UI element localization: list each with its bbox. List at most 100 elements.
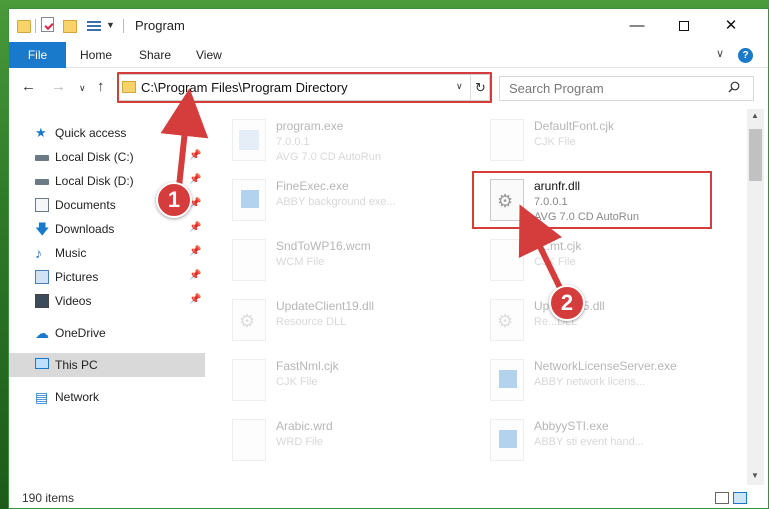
- folder-icon: [17, 20, 31, 33]
- title-bar: ▼ Program — ✕: [9, 9, 768, 42]
- pin-icon[interactable]: 📌: [189, 294, 201, 305]
- file-name: FastNml.cjk: [276, 359, 339, 373]
- pin-icon[interactable]: 📌: [189, 270, 201, 281]
- pin-icon[interactable]: 📌: [189, 150, 201, 161]
- chevron-down-icon[interactable]: ▼: [106, 20, 115, 30]
- forward-button[interactable]: →: [51, 78, 66, 95]
- sidebar-item-label: Local Disk (D:): [55, 174, 134, 188]
- file-name: AbbyySTI.exe: [534, 419, 609, 433]
- help-icon[interactable]: ?: [738, 48, 753, 63]
- sidebar-item-label: Videos: [55, 294, 92, 308]
- this-pc-icon: [35, 358, 49, 369]
- scroll-up-icon[interactable]: ▲: [751, 111, 759, 120]
- file-detail: AVG 7.0 CD AutoRun: [276, 151, 381, 163]
- sidebar-item-pictures[interactable]: Pictures 📌: [9, 265, 205, 289]
- file-name: SndToWP16.wcm: [276, 239, 371, 253]
- search-icon[interactable]: [728, 81, 740, 93]
- item-count: 190 items: [22, 491, 75, 505]
- tab-share[interactable]: Share: [139, 42, 171, 68]
- back-button[interactable]: ←: [21, 78, 36, 95]
- file-detail: WRD File: [276, 436, 324, 448]
- file-detail: CJK File: [534, 256, 576, 268]
- drive-icon: [35, 179, 49, 185]
- file-item[interactable]: UpdateClient19.dll Resource DLL: [212, 291, 462, 349]
- vertical-scrollbar[interactable]: ▲ ▼: [747, 109, 764, 485]
- step-2-badge: 2: [549, 285, 585, 321]
- file-name: FineExec.exe: [276, 179, 349, 193]
- exe-file-icon: [232, 119, 266, 161]
- sidebar-item-label: This PC: [55, 358, 98, 372]
- window-title: Program: [135, 18, 185, 33]
- exe-file-icon: [490, 359, 524, 401]
- file-name: program.exe: [276, 119, 344, 133]
- view-options-icon[interactable]: [87, 19, 101, 33]
- minimize-button[interactable]: —: [614, 9, 660, 42]
- file-item[interactable]: NetworkLicenseServer.exe ABBY network li…: [470, 351, 720, 409]
- navigation-pane: ★ Quick access Local Disk (C:) 📌 Local D…: [9, 109, 205, 485]
- properties-icon[interactable]: [41, 17, 54, 32]
- file-icon: [232, 419, 266, 461]
- tab-home[interactable]: Home: [80, 42, 112, 68]
- recent-locations-button[interactable]: ∨: [79, 83, 86, 94]
- up-button[interactable]: ↑: [97, 78, 105, 95]
- tab-file[interactable]: File: [9, 42, 66, 68]
- pin-icon[interactable]: 📌: [189, 222, 201, 233]
- sidebar-item-label: Network: [55, 390, 100, 404]
- onedrive-icon: ☁: [35, 325, 49, 341]
- sidebar-item-onedrive[interactable]: ☁ OneDrive: [9, 321, 205, 345]
- sidebar-item-music[interactable]: ♪ Music 📌: [9, 241, 205, 265]
- dll-file-icon: [490, 299, 524, 341]
- tab-view[interactable]: View: [196, 42, 222, 68]
- file-name: UpdateClient19.dll: [276, 299, 375, 313]
- file-list: program.exe 7.0.0.1 AVG 7.0 CD AutoRun D…: [212, 109, 742, 485]
- file-icon: [490, 239, 524, 281]
- videos-icon: [35, 294, 49, 308]
- file-detail: ABBY sti event hand...: [534, 436, 644, 448]
- pin-icon[interactable]: 📌: [189, 246, 201, 257]
- file-name: NetworkLicenseServer.exe: [534, 359, 677, 373]
- status-bar: 190 items: [9, 485, 768, 508]
- file-icon: [232, 239, 266, 281]
- sidebar-item-this-pc[interactable]: This PC: [9, 353, 205, 377]
- sidebar-item-label: Local Disk (C:): [55, 150, 134, 164]
- navigation-bar: ← → ∨ ↑ C:\Program Files\Program Directo…: [9, 68, 768, 108]
- dll-file-icon: [232, 299, 266, 341]
- file-item[interactable]: Up...ent65.dll Re...DLL: [470, 291, 720, 349]
- new-folder-icon[interactable]: [63, 20, 77, 33]
- file-detail: CJK File: [534, 136, 576, 148]
- search-placeholder: Search Program: [509, 81, 604, 96]
- file-item[interactable]: program.exe 7.0.0.1 AVG 7.0 CD AutoRun: [212, 111, 462, 169]
- sidebar-item-network[interactable]: ▤ Network: [9, 385, 205, 409]
- sidebar-item-label: Downloads: [55, 222, 115, 236]
- sidebar-item-label: Documents: [55, 198, 116, 212]
- step-1-badge: 1: [156, 182, 192, 218]
- explorer-window: ▼ Program — ✕ File Home Share View ∨ ? ←…: [8, 8, 769, 509]
- sidebar-item-local-disk-c[interactable]: Local Disk (C:) 📌: [9, 145, 205, 169]
- file-item[interactable]: FineExec.exe ABBY background exe...: [212, 171, 462, 229]
- search-input[interactable]: Search Program: [499, 76, 754, 101]
- sidebar-item-label: OneDrive: [55, 326, 106, 340]
- close-button[interactable]: ✕: [708, 9, 754, 42]
- maximize-button[interactable]: [661, 9, 707, 42]
- file-item[interactable]: FastNml.cjk CJK File: [212, 351, 462, 409]
- file-highlight-box: [472, 171, 712, 229]
- file-item[interactable]: SndToWP16.wcm WCM File: [212, 231, 462, 289]
- file-detail: Resource DLL: [276, 316, 347, 328]
- file-item[interactable]: AbbyySTI.exe ABBY sti event hand...: [470, 411, 720, 469]
- sidebar-item-videos[interactable]: Videos 📌: [9, 289, 205, 313]
- file-detail: ABBY network licens...: [534, 376, 646, 388]
- scroll-thumb[interactable]: [749, 129, 762, 181]
- sidebar-item-downloads[interactable]: 🡇 Downloads 📌: [9, 217, 205, 241]
- file-name: Arabic.wrd: [276, 419, 333, 433]
- sidebar-item-quick-access[interactable]: ★ Quick access: [9, 121, 205, 145]
- file-item[interactable]: Arabic.wrd WRD File: [212, 411, 462, 469]
- details-view-icon[interactable]: [715, 492, 729, 504]
- music-icon: ♪: [35, 245, 42, 261]
- large-icons-view-icon[interactable]: [733, 492, 747, 504]
- star-icon: ★: [35, 125, 47, 140]
- pin-icon[interactable]: 📌: [189, 174, 201, 185]
- file-item[interactable]: fi...mt.cjk CJK File: [470, 231, 720, 289]
- expand-ribbon-icon[interactable]: ∨: [716, 47, 724, 60]
- scroll-down-icon[interactable]: ▼: [751, 471, 759, 480]
- file-item[interactable]: DefaultFont.cjk CJK File: [470, 111, 720, 169]
